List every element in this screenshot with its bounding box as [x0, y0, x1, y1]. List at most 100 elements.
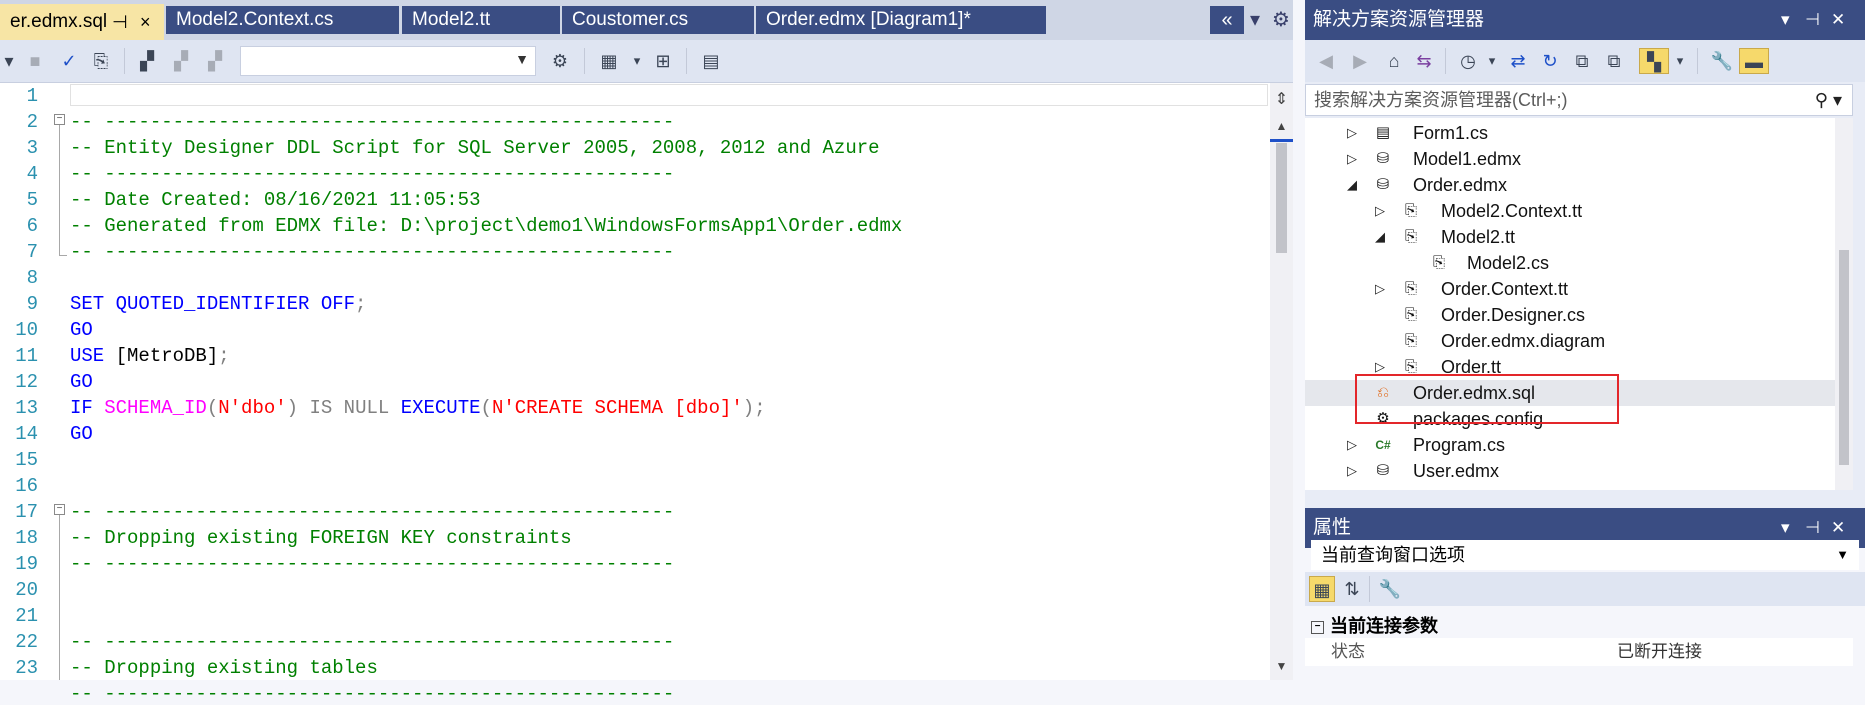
line-number: 16 — [15, 475, 38, 497]
chevron-down-icon[interactable]: ▾ — [1781, 0, 1790, 40]
tree-item-label: Model2.tt — [1441, 227, 1516, 247]
sqlcmd-mode-icon[interactable]: ▤ — [698, 48, 724, 74]
preview-selected-icon[interactable]: ▚ — [1639, 48, 1669, 74]
chevron-down-icon[interactable]: ▾ — [1479, 48, 1505, 74]
tree-item-label: Program.cs — [1413, 435, 1506, 455]
code-line: -- Generated from EDMX file: D:\project\… — [70, 215, 903, 237]
stop-icon[interactable]: ■ — [22, 48, 48, 74]
connect-icon[interactable]: ▞ — [134, 48, 160, 74]
expand-icon[interactable]: ▷ — [1373, 276, 1387, 302]
tab-order-edmx-sql[interactable]: er.edmx.sql ⊣ × — [0, 4, 164, 40]
alphabetical-icon[interactable]: ⇅ — [1339, 576, 1365, 602]
tree-item[interactable]: ⎘ Model2.cs — [1305, 250, 1835, 276]
csharp-icon: C# — [1375, 438, 1391, 452]
tree-item[interactable]: ◢ ⎘ Model2.tt — [1305, 224, 1835, 250]
database-select[interactable]: ▼ — [240, 46, 536, 76]
highlight-annotation — [1355, 374, 1619, 424]
home-icon[interactable]: ⌂ — [1381, 48, 1407, 74]
dropdown-arrow-icon[interactable]: ▾ — [0, 48, 22, 74]
show-all-files-icon[interactable]: ⧉ — [1601, 48, 1627, 74]
collapse-icon[interactable]: ◢ — [1373, 224, 1387, 250]
editor-vertical-scrollbar[interactable]: ⇕ ▲ ▼ — [1270, 83, 1293, 680]
tree-item[interactable]: ▷ ⎘ Model2.Context.tt — [1305, 198, 1835, 224]
collapse-region-icon[interactable]: − — [54, 114, 65, 125]
scroll-thumb[interactable] — [1276, 143, 1287, 253]
tab-label: Coustomer.cs — [572, 9, 689, 30]
tree-item[interactable]: ◢ ⛁ Order.edmx — [1305, 172, 1835, 198]
sync-icon[interactable]: ⇄ — [1505, 48, 1531, 74]
back-icon[interactable]: ◀ — [1313, 48, 1339, 74]
tree-vertical-scrollbar[interactable] — [1835, 118, 1853, 490]
switch-views-icon[interactable]: ⇆ — [1411, 48, 1437, 74]
pin-icon[interactable]: ⊣ — [1805, 0, 1820, 40]
settings-icon[interactable]: ⚙ — [1272, 6, 1290, 34]
tree-item-label: Order.Designer.cs — [1441, 305, 1586, 325]
tree-item[interactable]: ⎘ Order.Designer.cs — [1305, 302, 1835, 328]
tab-overflow-icon[interactable]: « — [1210, 6, 1244, 34]
check-icon[interactable]: ✓ — [56, 48, 82, 74]
line-number: 19 — [15, 553, 38, 575]
scroll-down-icon[interactable]: ▼ — [1270, 659, 1293, 673]
tab-model2-tt[interactable]: Model2.tt — [402, 6, 560, 34]
tab-order-edmx-diagram[interactable]: Order.edmx [Diagram1]* — [756, 6, 1046, 34]
tree-item[interactable]: ▷ ⛁ User.edmx — [1305, 458, 1835, 484]
split-handle-icon[interactable]: ⇕ — [1270, 89, 1293, 109]
selected-object: 当前查询窗口选项 — [1321, 545, 1465, 565]
code-line: -- Dropping existing FOREIGN KEY constra… — [70, 527, 572, 549]
tree-item[interactable]: ▷ ▤ Form1.cs — [1305, 120, 1835, 146]
collapse-icon[interactable]: ◢ — [1345, 172, 1359, 198]
wrench-icon[interactable]: 🔧 — [1377, 576, 1403, 602]
line-number: 10 — [15, 319, 38, 341]
expand-icon[interactable]: ▷ — [1345, 432, 1359, 458]
line-number: 14 — [15, 423, 38, 445]
code-line: USE [MetroDB]; — [70, 345, 230, 367]
execution-plan-icon[interactable]: ⊞ — [650, 48, 676, 74]
code-editor[interactable]: 1 2 3 4 5 6 7 8 9 10 11 12 13 14 15 16 1… — [0, 83, 1270, 705]
scroll-up-icon[interactable]: ▲ — [1270, 119, 1293, 133]
collapse-region-icon[interactable]: − — [54, 504, 65, 515]
scroll-thumb[interactable] — [1839, 250, 1849, 465]
tt-icon: ⎘ — [1404, 202, 1417, 219]
property-category[interactable]: − 当前连接参数 — [1311, 612, 1438, 638]
property-name: 状态 — [1331, 642, 1365, 661]
tab-dropdown-icon[interactable]: ▾ — [1250, 6, 1260, 34]
categorized-icon[interactable]: ▦ — [1309, 576, 1335, 602]
disconnect-icon[interactable]: ▞ — [168, 48, 194, 74]
close-icon[interactable]: × — [140, 4, 151, 40]
pending-changes-icon[interactable]: ◷ — [1455, 48, 1481, 74]
tree-item[interactable]: ⎘ Order.edmx.diagram — [1305, 328, 1835, 354]
chevron-down-icon[interactable]: ▾ — [624, 48, 650, 74]
properties-object-select[interactable]: 当前查询窗口选项 ▼ — [1311, 540, 1859, 570]
edmx-icon: ⛁ — [1376, 462, 1390, 479]
pin-icon[interactable]: ⊣ — [112, 4, 128, 40]
solution-explorer-search-input[interactable]: 搜索解决方案资源管理器(Ctrl+;) ⚲ ▾ — [1305, 84, 1853, 116]
tt-icon: ⎘ — [1404, 306, 1417, 323]
expand-icon[interactable]: ▷ — [1345, 458, 1359, 484]
expand-icon[interactable]: ▷ — [1373, 198, 1387, 224]
refresh-icon[interactable]: ↻ — [1537, 48, 1563, 74]
line-number: 22 — [15, 631, 38, 653]
tree-item[interactable]: ▷ ⛁ Model1.edmx — [1305, 146, 1835, 172]
plan-icon[interactable]: ⎘ — [88, 48, 114, 74]
collapse-all-icon[interactable]: ⧉ — [1569, 48, 1595, 74]
collapse-icon[interactable]: − — [1311, 620, 1324, 634]
results-grid-icon[interactable]: ▦ — [596, 48, 622, 74]
chevron-down-icon[interactable]: ▾ — [1667, 48, 1693, 74]
tab-model2-context-cs[interactable]: Model2.Context.cs — [166, 6, 399, 34]
change-connection-icon[interactable]: ▞ — [202, 48, 228, 74]
preview-icon[interactable]: ▬ — [1739, 48, 1769, 74]
edmx-icon: ⛁ — [1376, 176, 1390, 193]
wrench-icon[interactable]: 🔧 — [1709, 48, 1735, 74]
tab-coustomer-cs[interactable]: Coustomer.cs — [562, 6, 754, 34]
line-number: 23 — [15, 657, 38, 679]
close-icon[interactable]: ✕ — [1831, 0, 1845, 40]
property-row[interactable]: 状态 已断开连接 — [1305, 638, 1853, 666]
tree-item[interactable]: ▷ ⎘ Order.Context.tt — [1305, 276, 1835, 302]
tree-item[interactable]: ▷ C# Program.cs — [1305, 432, 1835, 458]
expand-icon[interactable]: ▷ — [1345, 146, 1359, 172]
forward-icon[interactable]: ▶ — [1347, 48, 1373, 74]
tab-label: Model2.tt — [412, 9, 491, 30]
tree-item-label: Form1.cs — [1413, 123, 1489, 143]
query-options-icon[interactable]: ⚙ — [547, 48, 573, 74]
expand-icon[interactable]: ▷ — [1345, 120, 1359, 146]
